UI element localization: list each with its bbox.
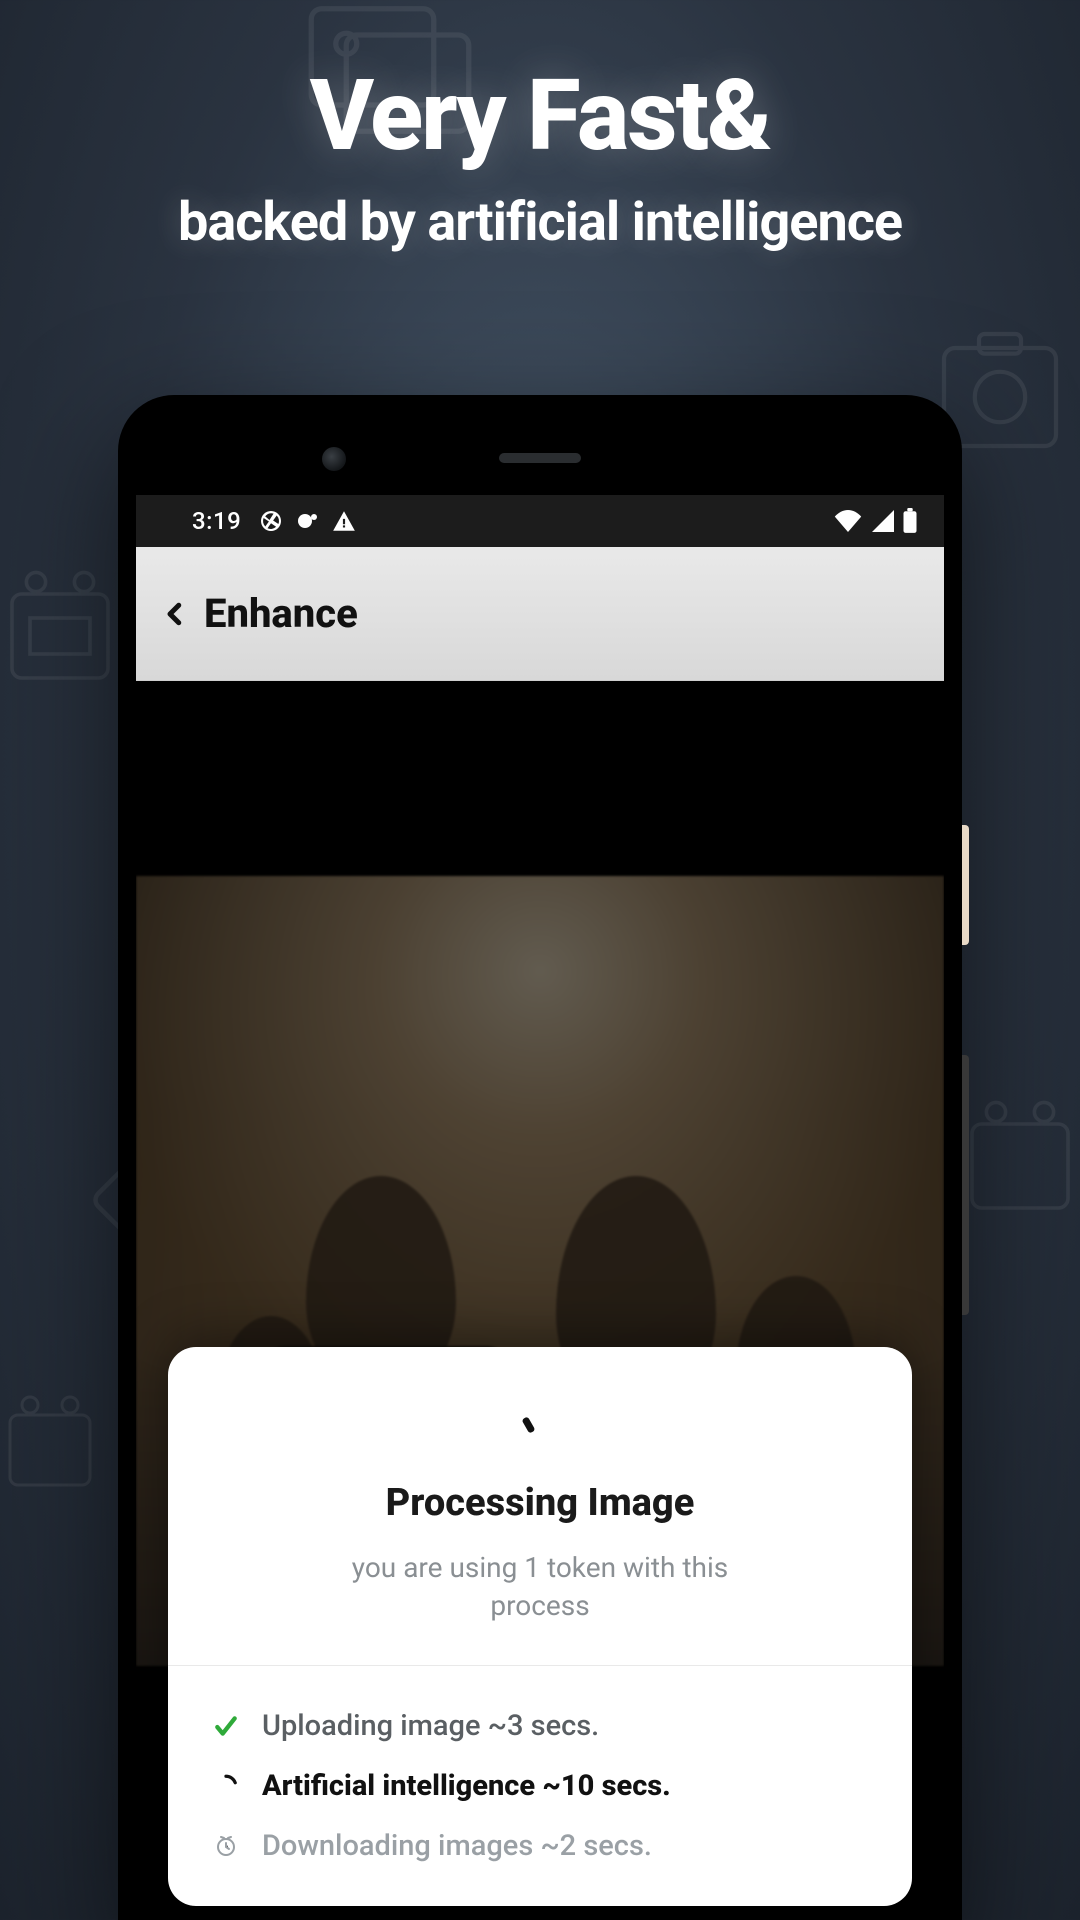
- aperture-icon: [259, 509, 283, 533]
- battery-icon: [902, 508, 918, 534]
- phone-camera: [322, 447, 346, 471]
- app-body: Processing Image you are using 1 token w…: [136, 681, 944, 1920]
- step-upload: Uploading image ~3 secs.: [212, 1696, 868, 1756]
- spinner-icon: [516, 1397, 564, 1445]
- phone-side-button: [962, 825, 969, 945]
- hero-title: Very Fast&: [0, 58, 1080, 173]
- step-label: Downloading images ~2 secs.: [262, 1829, 652, 1863]
- phone-screen: 3:19: [136, 495, 944, 1920]
- step-ai: Artificial intelligence ~10 secs.: [212, 1756, 868, 1816]
- hero-subtitle: backed by artificial intelligence: [0, 191, 1080, 254]
- status-time: 3:19: [192, 507, 241, 535]
- notification-dot-icon: [295, 509, 319, 533]
- phone-side-button: [962, 1055, 969, 1315]
- back-button[interactable]: [160, 596, 190, 632]
- bg-outline-icon: [0, 550, 120, 710]
- status-bar: 3:19: [136, 495, 944, 547]
- step-download: Downloading images ~2 secs.: [212, 1816, 868, 1876]
- modal-title: Processing Image: [168, 1481, 912, 1525]
- warning-icon: [331, 508, 357, 534]
- check-icon: [212, 1712, 240, 1740]
- progress-steps: Uploading image ~3 secs. Artificial inte…: [168, 1666, 912, 1882]
- app-bar: Enhance: [136, 547, 944, 681]
- phone-frame: 3:19: [118, 395, 962, 1920]
- page-title: Enhance: [204, 590, 358, 637]
- clock-icon: [212, 1832, 240, 1860]
- bg-outline-icon: [960, 1080, 1080, 1240]
- step-label: Artificial intelligence ~10 secs.: [262, 1769, 671, 1803]
- bg-outline-icon: [0, 1380, 100, 1510]
- loading-icon: [212, 1772, 240, 1800]
- cellular-icon: [870, 510, 894, 532]
- modal-subtitle: you are using 1 token with this process: [320, 1549, 760, 1625]
- step-label: Uploading image ~3 secs.: [262, 1709, 599, 1743]
- marketing-hero: Very Fast& backed by artificial intellig…: [0, 58, 1080, 254]
- processing-modal: Processing Image you are using 1 token w…: [168, 1347, 912, 1906]
- phone-speaker: [499, 453, 581, 463]
- wifi-icon: [834, 510, 862, 532]
- chevron-left-icon: [160, 596, 190, 632]
